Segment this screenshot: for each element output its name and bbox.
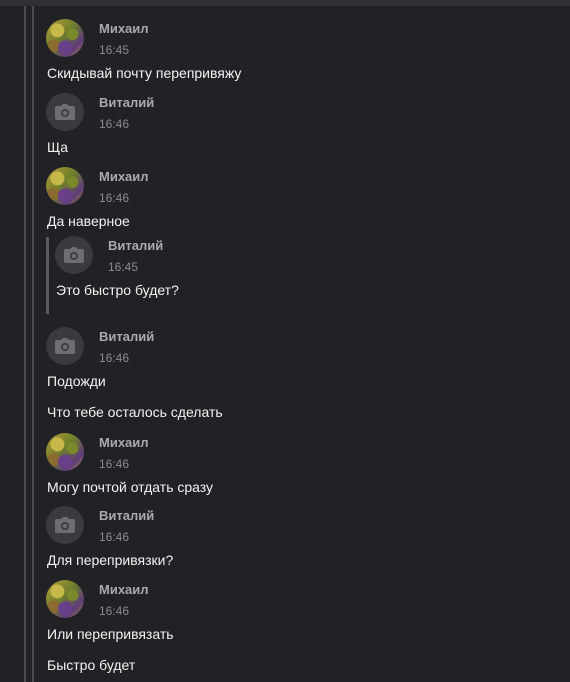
user-avatar[interactable] (46, 19, 84, 57)
message-author: Виталий (108, 238, 164, 253)
message-text: Или перепривязать (47, 626, 174, 642)
message-text: Что тебе осталось сделать (47, 404, 223, 420)
camera-icon (55, 104, 75, 120)
message-time: 16:46 (99, 457, 130, 471)
message-text: Подожди (47, 373, 106, 389)
camera-icon (64, 247, 84, 263)
message-text: Скидывай почту перепривяжу (47, 65, 242, 81)
top-bar (0, 0, 570, 6)
message-author[interactable]: Виталий (99, 329, 154, 344)
message-text: Да наверное (47, 213, 130, 229)
camera-icon (55, 517, 75, 533)
message-time: 16:46 (99, 117, 130, 131)
message-text: Это быстро будет? (56, 282, 179, 298)
message-time: 16:46 (99, 191, 130, 205)
message-author[interactable]: Михаил (99, 21, 149, 36)
message-time: 16:45 (99, 43, 130, 57)
quote-bar (46, 237, 49, 314)
user-avatar[interactable] (46, 167, 84, 205)
message-text: Могу почтой отдать сразу (47, 479, 214, 495)
camera-icon (55, 338, 75, 354)
thread-line (24, 6, 26, 682)
message-text: Быстро будет (47, 657, 136, 673)
thread-line (32, 6, 34, 682)
user-avatar[interactable] (46, 506, 84, 544)
user-avatar[interactable] (46, 580, 84, 618)
message-text: Ща (47, 139, 69, 155)
user-avatar[interactable] (46, 327, 84, 365)
message-author[interactable]: Михаил (99, 435, 149, 450)
message-time: 16:46 (99, 351, 130, 365)
user-avatar (55, 236, 93, 274)
message-time: 16:46 (99, 604, 130, 618)
user-avatar[interactable] (46, 433, 84, 471)
message-author[interactable]: Михаил (99, 169, 149, 184)
message-text: Для перепривязки? (47, 552, 174, 568)
user-avatar[interactable] (46, 93, 84, 131)
message-author[interactable]: Виталий (99, 508, 154, 523)
message-time: 16:46 (99, 530, 130, 544)
message-time: 16:45 (108, 260, 139, 274)
message-author[interactable]: Виталий (99, 95, 154, 110)
message-author[interactable]: Михаил (99, 582, 149, 597)
